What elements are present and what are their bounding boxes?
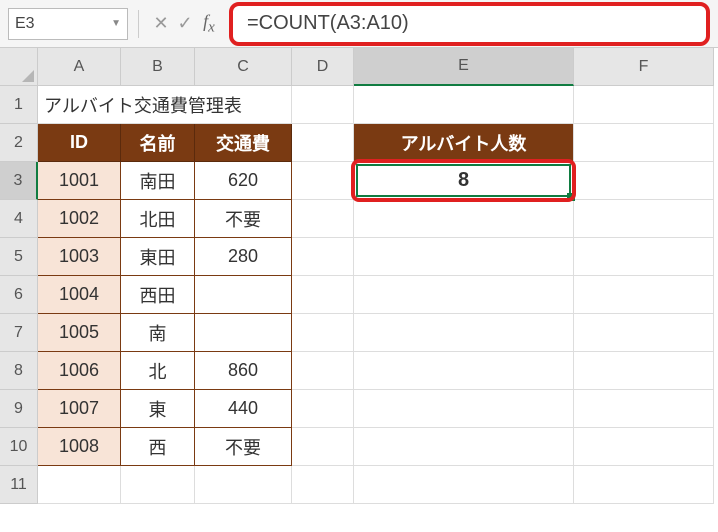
header-id[interactable]: ID (38, 124, 121, 162)
cell-B4[interactable]: 北田 (121, 200, 195, 238)
header-fare[interactable]: 交通費 (195, 124, 292, 162)
row-header-5[interactable]: 5 (0, 238, 38, 276)
cell-D7[interactable] (292, 314, 354, 352)
cell-C6[interactable] (195, 276, 292, 314)
cell-D5[interactable] (292, 238, 354, 276)
cell-F9[interactable] (574, 390, 714, 428)
cell-A3[interactable]: 1001 (38, 162, 121, 200)
cell-A8[interactable]: 1006 (38, 352, 121, 390)
fill-handle[interactable] (567, 193, 575, 201)
cell-B11[interactable] (121, 466, 195, 504)
col-header-E[interactable]: E (354, 48, 574, 86)
chevron-down-icon[interactable]: ▼ (111, 18, 121, 29)
cell-E7[interactable] (354, 314, 574, 352)
cell-B6[interactable]: 西田 (121, 276, 195, 314)
row-header-6[interactable]: 6 (0, 276, 38, 314)
cell-E8[interactable] (354, 352, 574, 390)
cell-C10[interactable]: 不要 (195, 428, 292, 466)
selected-cell-value: 8 (356, 164, 571, 197)
col-header-C[interactable]: C (195, 48, 292, 86)
cell-F6[interactable] (574, 276, 714, 314)
spreadsheet-grid: A B C D E F 1 アルバイト交通費管理表 2 ID 名前 交通費 アル… (0, 48, 718, 504)
cancel-icon[interactable]: ✕ (149, 13, 173, 34)
cell-D4[interactable] (292, 200, 354, 238)
col-header-F[interactable]: F (574, 48, 714, 86)
cell-D1[interactable] (292, 86, 354, 124)
cell-B5[interactable]: 東田 (121, 238, 195, 276)
cell-B7[interactable]: 南 (121, 314, 195, 352)
cell-D3[interactable] (292, 162, 354, 200)
cell-E11[interactable] (354, 466, 574, 504)
cell-B3[interactable]: 南田 (121, 162, 195, 200)
header-name[interactable]: 名前 (121, 124, 195, 162)
row-header-3[interactable]: 3 (0, 162, 38, 200)
cell-F2[interactable] (574, 124, 714, 162)
cell-B8[interactable]: 北 (121, 352, 195, 390)
cell-A9[interactable]: 1007 (38, 390, 121, 428)
cell-E1[interactable] (354, 86, 574, 124)
cell-D11[interactable] (292, 466, 354, 504)
col-header-A[interactable]: A (38, 48, 121, 86)
cell-C8[interactable]: 860 (195, 352, 292, 390)
cell-A10[interactable]: 1008 (38, 428, 121, 466)
formula-text: =COUNT(A3:A10) (247, 12, 409, 35)
cell-E5[interactable] (354, 238, 574, 276)
cell-D8[interactable] (292, 352, 354, 390)
cell-F3[interactable] (574, 162, 714, 200)
enter-icon[interactable]: ✓ (173, 13, 197, 34)
formula-input[interactable]: =COUNT(A3:A10) (229, 2, 710, 46)
name-box-value: E3 (15, 15, 35, 33)
col-header-D[interactable]: D (292, 48, 354, 86)
cell-E3-selected[interactable]: 8 (354, 162, 574, 200)
row-header-7[interactable]: 7 (0, 314, 38, 352)
cell-B9[interactable]: 東 (121, 390, 195, 428)
select-all-corner[interactable] (0, 48, 38, 86)
cell-F1[interactable] (574, 86, 714, 124)
cell-F8[interactable] (574, 352, 714, 390)
row-header-8[interactable]: 8 (0, 352, 38, 390)
formula-bar: E3 ▼ ✕ ✓ fx =COUNT(A3:A10) (0, 0, 718, 48)
cell-C3[interactable]: 620 (195, 162, 292, 200)
fx-icon[interactable]: fx (197, 11, 221, 37)
row-header-4[interactable]: 4 (0, 200, 38, 238)
header-count[interactable]: アルバイト人数 (354, 124, 574, 162)
cell-F4[interactable] (574, 200, 714, 238)
row-header-11[interactable]: 11 (0, 466, 38, 504)
cell-C9[interactable]: 440 (195, 390, 292, 428)
row-header-10[interactable]: 10 (0, 428, 38, 466)
row-header-9[interactable]: 9 (0, 390, 38, 428)
cell-F11[interactable] (574, 466, 714, 504)
cell-C11[interactable] (195, 466, 292, 504)
cell-B10[interactable]: 西 (121, 428, 195, 466)
cell-D2[interactable] (292, 124, 354, 162)
separator (138, 10, 139, 38)
cell-D6[interactable] (292, 276, 354, 314)
cell-E10[interactable] (354, 428, 574, 466)
cell-D9[interactable] (292, 390, 354, 428)
cell-F7[interactable] (574, 314, 714, 352)
cell-D10[interactable] (292, 428, 354, 466)
cell-E4[interactable] (354, 200, 574, 238)
cell-A4[interactable]: 1002 (38, 200, 121, 238)
col-header-B[interactable]: B (121, 48, 195, 86)
cell-C4[interactable]: 不要 (195, 200, 292, 238)
cell-E9[interactable] (354, 390, 574, 428)
name-box[interactable]: E3 ▼ (8, 8, 128, 40)
cell-F10[interactable] (574, 428, 714, 466)
cell-A7[interactable]: 1005 (38, 314, 121, 352)
cell-C5[interactable]: 280 (195, 238, 292, 276)
cell-C7[interactable] (195, 314, 292, 352)
row-header-1[interactable]: 1 (0, 86, 38, 124)
cell-F5[interactable] (574, 238, 714, 276)
cell-E6[interactable] (354, 276, 574, 314)
row-header-2[interactable]: 2 (0, 124, 38, 162)
cell-title[interactable]: アルバイト交通費管理表 (38, 86, 292, 124)
cell-A11[interactable] (38, 466, 121, 504)
cell-A5[interactable]: 1003 (38, 238, 121, 276)
cell-A6[interactable]: 1004 (38, 276, 121, 314)
